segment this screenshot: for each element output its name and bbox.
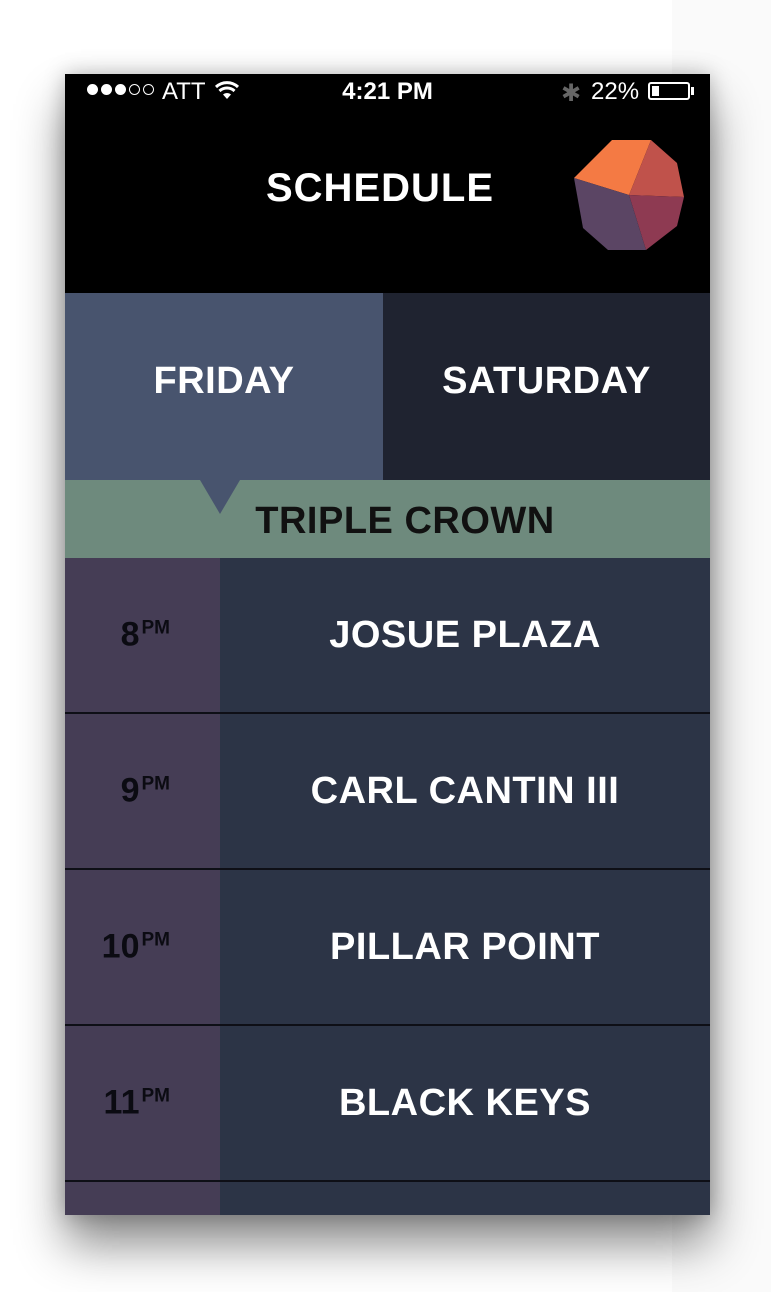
act-name[interactable]: BLACK KEYS xyxy=(220,1026,710,1180)
day-tabs: FRIDAY SATURDAY xyxy=(65,293,710,480)
act-name[interactable]: JOSUE PLAZA xyxy=(220,558,710,712)
stage-banner: TRIPLE CROWN xyxy=(65,480,710,558)
time-suffix: PM xyxy=(141,617,171,639)
time-suffix: PM xyxy=(141,929,171,951)
schedule-row[interactable]: 10 PM PILLAR POINT xyxy=(65,870,710,1026)
time-label: 11 PM xyxy=(104,1084,170,1123)
act-name[interactable]: PILLAR POINT xyxy=(220,870,710,1024)
schedule-list: 8 PM JOSUE PLAZA 9 PM CARL CANTIN III 10 PM… xyxy=(65,558,710,1215)
app-header: SCHEDULE xyxy=(65,108,710,293)
act-name[interactable]: CARL CANTIN III xyxy=(220,714,710,868)
schedule-row[interactable]: 9 PM CARL CANTIN III xyxy=(65,714,710,870)
time-label: 9 PM xyxy=(121,772,170,811)
battery-icon xyxy=(648,82,690,100)
time-label: 8 PM xyxy=(121,616,170,655)
time-suffix: PM xyxy=(141,1085,171,1107)
time-cell: 11 PM xyxy=(65,1026,220,1180)
status-bar: ATT 4:21 PM ✱ 22% xyxy=(65,74,710,108)
festival-logo-icon[interactable] xyxy=(573,139,685,251)
time-cell xyxy=(65,1182,220,1215)
time-hour: 10 xyxy=(101,927,140,966)
time-hour: 11 xyxy=(103,1083,140,1122)
time-label: 10 PM xyxy=(102,928,170,967)
time-cell: 10 PM xyxy=(65,870,220,1024)
schedule-row[interactable]: 8 PM JOSUE PLAZA xyxy=(65,558,710,714)
tab-friday[interactable]: FRIDAY xyxy=(65,293,383,480)
time-hour: 8 xyxy=(120,615,140,654)
battery-percent: 22% xyxy=(591,78,640,105)
schedule-row-partial[interactable] xyxy=(65,1182,710,1215)
battery-terminal xyxy=(691,87,694,95)
battery-level-fill xyxy=(652,86,659,96)
stage-name: TRIPLE CROWN xyxy=(255,500,555,542)
act-cell-empty[interactable] xyxy=(220,1182,710,1215)
schedule-row[interactable]: 11 PM BLACK KEYS xyxy=(65,1026,710,1182)
phone-screen: ATT 4:21 PM ✱ 22% SCHEDULE FRIDAY SATURD… xyxy=(65,74,710,1215)
time-hour: 9 xyxy=(120,771,140,810)
time-cell: 8 PM xyxy=(65,558,220,712)
time-cell: 9 PM xyxy=(65,714,220,868)
time-suffix: PM xyxy=(141,773,171,795)
tab-saturday[interactable]: SATURDAY xyxy=(383,293,710,480)
bluetooth-icon: ✱ xyxy=(561,80,582,107)
